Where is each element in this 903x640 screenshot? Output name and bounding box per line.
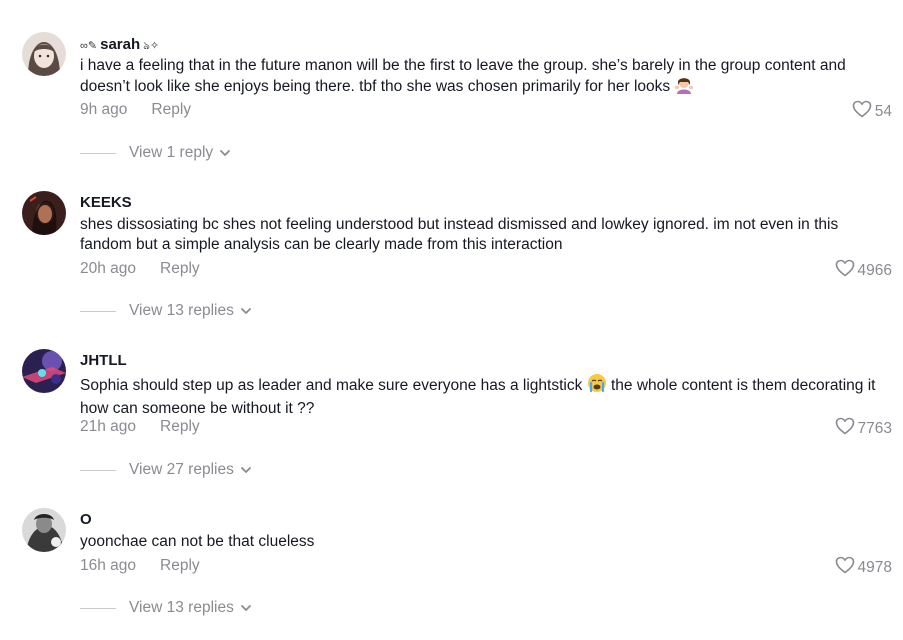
like-count: 4978 [857,559,892,576]
comment-username[interactable]: O [80,511,92,529]
chevron-down-icon [240,602,252,614]
view-replies-label: View 13 replies [129,599,234,616]
divider [80,607,116,609]
comment-timestamp: 16h ago [80,557,137,574]
view-replies-button[interactable]: View 13 replies [80,598,252,618]
avatar[interactable] [22,508,66,552]
like-button[interactable]: 4978 [835,556,892,580]
heart-icon[interactable] [835,556,855,580]
comment-item: O yoonchae can not be that clueless 16h … [0,0,903,630]
comment-text: yoonchae can not be that clueless [80,533,315,550]
reply-button[interactable]: Reply [160,557,200,574]
comment-meta: 16h ago Reply [80,556,200,576]
